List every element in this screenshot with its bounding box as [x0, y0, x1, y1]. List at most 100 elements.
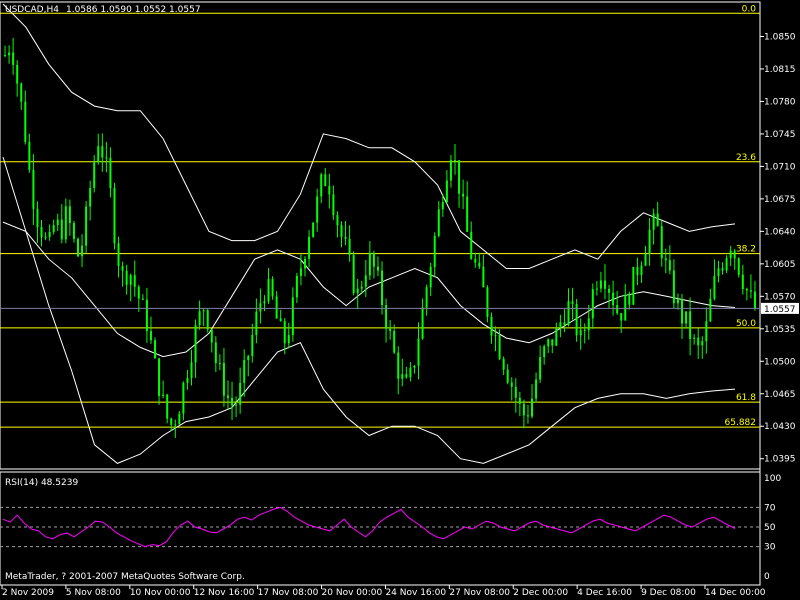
candle — [729, 246, 732, 267]
candle — [571, 287, 574, 320]
candle — [417, 322, 420, 380]
time-tick-label: 14 Dec 00:00 — [705, 588, 766, 598]
candle-body — [539, 357, 542, 380]
price-tick-label: 1.0535 — [764, 325, 796, 335]
candle-body — [425, 287, 428, 308]
time-tick-label: 9 Dec 08:00 — [641, 588, 696, 598]
candle — [482, 254, 485, 288]
candle-body — [214, 342, 217, 364]
candle-body — [405, 374, 408, 378]
candle-body — [721, 268, 724, 271]
candle — [681, 294, 684, 339]
candle — [44, 232, 47, 241]
candle-body — [648, 229, 651, 255]
candles — [4, 37, 756, 439]
candle — [255, 298, 258, 344]
candle-body — [210, 329, 213, 343]
candle — [652, 208, 655, 245]
candle — [405, 366, 408, 379]
candle-body — [421, 307, 424, 339]
candle — [514, 378, 517, 413]
time-tick-label: 2 Dec 00:00 — [513, 588, 568, 598]
candle — [490, 312, 493, 344]
price-tick-label: 1.0465 — [764, 390, 796, 400]
candle-body — [299, 268, 302, 276]
time-tick-label: 24 Nov 16:00 — [385, 588, 446, 598]
candle — [531, 384, 534, 419]
candle — [685, 311, 688, 329]
candle-body — [551, 339, 554, 346]
candle-body — [632, 267, 635, 305]
candle — [575, 298, 578, 342]
candle — [332, 185, 335, 220]
candle-body — [344, 236, 347, 239]
candle — [198, 300, 201, 330]
candle-body — [24, 101, 27, 142]
candle — [81, 234, 84, 268]
candle — [518, 391, 521, 417]
fib-label: 65.882 — [725, 418, 757, 428]
rsi-indicator: 100 70 50 30 0 — [0, 474, 781, 582]
candle — [668, 245, 671, 275]
candle — [190, 349, 193, 386]
candle-body — [283, 321, 286, 344]
candle — [129, 273, 132, 302]
time-tick-label: 2 Nov 2009 — [2, 588, 54, 598]
candle — [458, 160, 461, 208]
candle — [401, 358, 404, 387]
candle-body — [186, 377, 189, 383]
candle-body — [336, 215, 339, 226]
candle — [595, 281, 598, 296]
price-tick-label: 1.0570 — [764, 292, 796, 302]
candle — [445, 170, 448, 204]
candle — [113, 182, 116, 250]
candle-body — [689, 311, 692, 339]
candle — [85, 201, 88, 253]
candle-body — [308, 236, 311, 259]
candle-body — [12, 52, 15, 65]
candle — [599, 271, 602, 293]
bollinger-bands — [2, 3, 736, 464]
candle-body — [397, 352, 400, 379]
candle — [154, 337, 157, 359]
candle-body — [376, 266, 379, 271]
candle-body — [259, 303, 262, 312]
candle — [235, 396, 238, 418]
candle — [271, 276, 274, 300]
candle — [125, 264, 128, 295]
candle-body — [741, 274, 744, 289]
candle-body — [620, 313, 623, 321]
candle — [535, 372, 538, 403]
candle — [16, 60, 19, 97]
candle — [579, 318, 582, 350]
candle-body — [226, 395, 229, 398]
candle — [356, 278, 359, 310]
candle-body — [417, 338, 420, 366]
symbol-label: USDCAD,H4 — [5, 5, 59, 15]
candle — [737, 257, 740, 278]
candle — [56, 213, 59, 231]
candle — [4, 45, 7, 58]
candle — [608, 284, 611, 309]
candle-body — [32, 169, 35, 209]
candle-body — [291, 297, 294, 336]
candle-body — [624, 294, 627, 321]
candle-body — [8, 52, 11, 56]
candle-body — [705, 321, 708, 342]
candle-body — [571, 301, 574, 305]
candle — [368, 241, 371, 280]
candle-body — [474, 258, 477, 263]
candle-body — [526, 415, 529, 417]
candle-body — [737, 258, 740, 275]
candle-body — [518, 397, 521, 404]
candle — [664, 248, 667, 274]
candle-body — [449, 160, 452, 181]
candle-body — [652, 213, 655, 230]
candle-body — [409, 367, 412, 378]
candle — [259, 288, 262, 324]
candle — [413, 364, 416, 374]
rsi-tick-label: 100 — [764, 474, 781, 484]
candle — [64, 198, 67, 244]
time-tick-label: 10 Nov 00:00 — [130, 588, 191, 598]
candle-body — [381, 270, 384, 306]
